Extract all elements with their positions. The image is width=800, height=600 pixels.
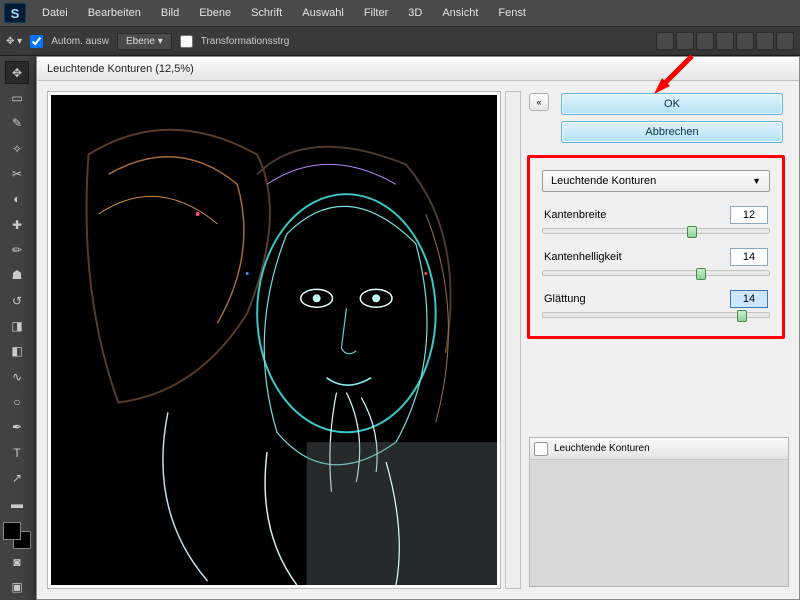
wand-tool-icon[interactable]: ✧ [5, 137, 29, 160]
slider-thumb-icon[interactable] [737, 310, 747, 322]
stamp-tool-icon[interactable]: ☗ [5, 264, 29, 287]
slider-thumb-icon[interactable] [687, 226, 697, 238]
options-bar: ✥ ▾ Autom. ausw Ebene ▾ Transformationss… [0, 26, 800, 56]
chevron-down-icon: ▼ [752, 176, 761, 186]
transform-controls-label: Transformationsstrg [201, 36, 290, 47]
color-swatches[interactable] [3, 522, 31, 549]
path-tool-icon[interactable]: ↗ [5, 467, 29, 490]
move-tool-icon[interactable]: ✥ [5, 61, 29, 84]
brush-tool-icon[interactable]: ✏ [5, 238, 29, 261]
blur-tool-icon[interactable]: ∿ [5, 365, 29, 388]
align-icon[interactable] [736, 32, 754, 50]
shape-tool-icon[interactable]: ▬ [5, 492, 29, 515]
align-icon[interactable] [656, 32, 674, 50]
collapse-thumbnails-button[interactable]: « [529, 93, 549, 111]
menu-fenster[interactable]: Fenst [488, 3, 536, 23]
filter-parameters-group: Leuchtende Konturen ▼ Kantenbreite 12 Ka… [527, 155, 785, 339]
menu-datei[interactable]: Datei [32, 3, 78, 23]
history-brush-tool-icon[interactable]: ↺ [5, 289, 29, 312]
auto-select-label: Autom. ausw [51, 36, 109, 47]
eyedropper-tool-icon[interactable]: ◐ [5, 188, 29, 211]
effect-layers-panel: Leuchtende Konturen [529, 437, 789, 587]
filter-gallery-dialog: Leuchtende Konturen (12,5%) [36, 56, 800, 600]
slider-thumb-icon[interactable] [696, 268, 706, 280]
crop-tool-icon[interactable]: ✂ [5, 162, 29, 185]
kantenhelligkeit-value[interactable]: 14 [730, 248, 768, 266]
marquee-tool-icon[interactable]: ▭ [5, 86, 29, 109]
transform-controls-checkbox[interactable] [180, 35, 193, 48]
align-icon[interactable] [756, 32, 774, 50]
glaettung-slider[interactable] [542, 312, 770, 318]
tools-panel: ✥ ▭ ✎ ✧ ✂ ◐ ✚ ✏ ☗ ↺ ◨ ◧ ∿ ○ ✒ T ↗ ▬ ◙ ▣ [0, 56, 34, 600]
app-logo: S [4, 3, 26, 23]
type-tool-icon[interactable]: T [5, 441, 29, 464]
menu-schrift[interactable]: Schrift [241, 3, 292, 23]
dialog-controls: « OK Abbrechen Leuchtende Konturen ▼ Kan… [521, 81, 799, 599]
kantenbreite-label: Kantenbreite [544, 209, 606, 221]
menu-ansicht[interactable]: Ansicht [432, 3, 488, 23]
glaettung-value[interactable]: 14 [730, 290, 768, 308]
layer-selector[interactable]: Ebene ▾ [117, 33, 172, 50]
pen-tool-icon[interactable]: ✒ [5, 416, 29, 439]
dodge-tool-icon[interactable]: ○ [5, 390, 29, 413]
cancel-button[interactable]: Abbrechen [561, 121, 783, 143]
foreground-color-swatch[interactable] [3, 522, 21, 540]
gradient-tool-icon[interactable]: ◧ [5, 340, 29, 363]
preview-area [37, 81, 505, 599]
lasso-tool-icon[interactable]: ✎ [5, 112, 29, 135]
eraser-tool-icon[interactable]: ◨ [5, 314, 29, 337]
effect-layer-row[interactable]: Leuchtende Konturen [530, 438, 788, 460]
menu-bearbeiten[interactable]: Bearbeiten [78, 3, 151, 23]
menu-auswahl[interactable]: Auswahl [292, 3, 354, 23]
menu-3d[interactable]: 3D [398, 3, 432, 23]
kantenbreite-value[interactable]: 12 [730, 206, 768, 224]
filter-select-value: Leuchtende Konturen [551, 175, 656, 187]
effect-layers-empty [530, 460, 788, 586]
healing-tool-icon[interactable]: ✚ [5, 213, 29, 236]
preview-scrollbar[interactable] [505, 91, 521, 589]
auto-select-checkbox[interactable] [30, 35, 43, 48]
effect-layer-name: Leuchtende Konturen [554, 443, 650, 454]
kantenbreite-slider[interactable] [542, 228, 770, 234]
filter-select-dropdown[interactable]: Leuchtende Konturen ▼ [542, 170, 770, 192]
dialog-title: Leuchtende Konturen (12,5%) [47, 63, 194, 75]
alignment-icons [656, 32, 794, 50]
screenmode-icon[interactable]: ▣ [5, 576, 29, 599]
menu-filter[interactable]: Filter [354, 3, 398, 23]
align-icon[interactable] [716, 32, 734, 50]
align-icon[interactable] [676, 32, 694, 50]
ok-button[interactable]: OK [561, 93, 783, 115]
menu-bild[interactable]: Bild [151, 3, 189, 23]
glaettung-label: Glättung [544, 293, 586, 305]
visibility-eye-icon[interactable] [534, 442, 548, 456]
move-tool-indicator: ✥ ▾ [6, 36, 22, 47]
dialog-titlebar[interactable]: Leuchtende Konturen (12,5%) [37, 57, 799, 81]
menu-ebene[interactable]: Ebene [189, 3, 241, 23]
kantenhelligkeit-slider[interactable] [542, 270, 770, 276]
align-icon[interactable] [776, 32, 794, 50]
menu-bar: S Datei Bearbeiten Bild Ebene Schrift Au… [0, 0, 800, 26]
quickmask-icon[interactable]: ◙ [5, 550, 29, 573]
align-icon[interactable] [696, 32, 714, 50]
filter-preview-image[interactable] [51, 95, 497, 585]
kantenhelligkeit-label: Kantenhelligkeit [544, 251, 622, 263]
